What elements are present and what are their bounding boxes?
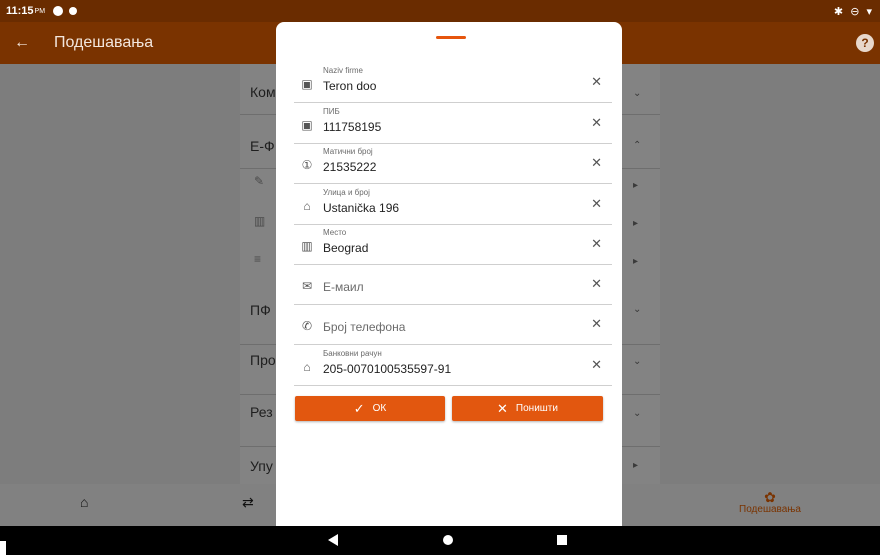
nav-settings-label: Подешавања — [739, 504, 801, 515]
ok-button-label: ОК — [372, 403, 387, 414]
page-title: Подешавања — [54, 34, 154, 51]
registration-number-label: Матични број — [323, 147, 373, 156]
status-ampm: PM — [34, 7, 46, 15]
phone-field[interactable]: ✆ Број телефона ✕ — [294, 305, 612, 345]
pib-field[interactable]: ▣ ПИБ 111758195 ✕ — [294, 104, 612, 144]
company-name-label: Naziv firme — [323, 66, 364, 75]
pencil-icon: ✎ — [254, 174, 265, 188]
cancel-button-label: Поништи — [515, 403, 558, 414]
chevron-right-icon: ▸ — [633, 180, 639, 191]
chevron-down-icon: ⌄ — [633, 304, 642, 315]
city-value[interactable]: Beograd — [323, 241, 368, 255]
system-status-icons: ✱ ⊖ ▾ — [833, 5, 874, 18]
chevron-down-icon: ⌄ — [633, 88, 642, 99]
settings-section-label[interactable]: Е-Ф — [250, 138, 275, 154]
swap-icon[interactable]: ⇄ — [242, 494, 254, 511]
bank-account-label: Банковни рачун — [323, 349, 382, 358]
status-time: 11:15 — [6, 5, 34, 17]
city-field[interactable]: ▥ Место Beograd ✕ — [294, 225, 612, 265]
chevron-right-icon: ▸ — [633, 256, 639, 267]
clear-icon[interactable]: ✕ — [591, 358, 602, 372]
system-home-icon[interactable] — [443, 535, 453, 545]
city-label: Место — [323, 228, 347, 237]
email-field[interactable]: ✉ Е-маил ✕ — [294, 265, 612, 305]
back-arrow-icon[interactable]: ← — [0, 34, 44, 52]
corner-marker — [0, 541, 6, 555]
clear-icon[interactable]: ✕ — [591, 237, 602, 251]
street-field[interactable]: ⌂ Улица и број Ustanička 196 ✕ — [294, 185, 612, 225]
status-bar: 11:15 PM ✱ ⊖ ▾ — [0, 0, 880, 22]
clear-icon[interactable]: ✕ — [591, 156, 602, 170]
pib-value[interactable]: 111758195 — [323, 120, 381, 134]
check-icon: ✓ — [353, 400, 365, 416]
company-name-value[interactable]: Teron doo — [323, 79, 376, 93]
list-icon: ≡ — [254, 252, 262, 266]
chevron-up-icon: ⌃ — [633, 140, 642, 151]
system-recents-icon[interactable] — [557, 535, 567, 545]
settings-section-label[interactable]: ПФ — [250, 302, 271, 318]
close-icon: ✕ — [497, 400, 508, 416]
clear-icon[interactable]: ✕ — [591, 277, 602, 291]
settings-section-label[interactable]: Упу — [250, 458, 273, 474]
number-one-icon: ① — [301, 158, 313, 172]
gear-icon: ✿ — [764, 489, 776, 505]
company-details-sheet: ▣ Naziv firme Teron doo ✕ ▣ ПИБ 111758195 ✕ ① Мат… — [276, 22, 622, 526]
clear-icon[interactable]: ✕ — [591, 317, 602, 331]
cancel-button[interactable]: ✕ Поништи — [452, 396, 603, 421]
settings-section-label[interactable]: Про — [250, 352, 276, 368]
ok-button[interactable]: ✓ ОК — [295, 396, 445, 421]
clear-icon[interactable]: ✕ — [591, 75, 602, 89]
street-label: Улица и број — [323, 188, 370, 197]
contact-card-icon: ▣ — [301, 77, 313, 91]
bank-icon: ⌂ — [303, 360, 311, 374]
clear-icon[interactable]: ✕ — [591, 116, 602, 130]
chevron-down-icon: ⌄ — [633, 356, 642, 367]
building-icon: ▥ — [254, 214, 266, 228]
bank-account-field[interactable]: ⌂ Банковни рачун 205-0070100535597-91 ✕ — [294, 346, 612, 386]
pib-label: ПИБ — [323, 107, 340, 116]
system-back-icon[interactable] — [328, 534, 338, 546]
notification-dot-icon — [69, 7, 78, 15]
registration-number-value[interactable]: 21535222 — [323, 160, 376, 174]
phone-placeholder[interactable]: Број телефона — [323, 320, 405, 334]
bank-account-value[interactable]: 205-0070100535597-91 — [323, 362, 451, 376]
drag-handle[interactable] — [436, 36, 466, 39]
help-icon[interactable]: ? — [856, 34, 874, 52]
mail-icon: ✉ — [301, 279, 313, 293]
registration-number-field[interactable]: ① Матични број 21535222 ✕ — [294, 144, 612, 184]
contact-card-icon: ▣ — [301, 118, 313, 132]
app-notification-icon — [53, 6, 64, 16]
chevron-right-icon: ▸ — [633, 218, 639, 229]
settings-section-label[interactable]: Рез — [250, 404, 273, 420]
chevron-right-icon: ▸ — [633, 460, 639, 471]
nav-settings-tab[interactable]: ✿ Подешавања — [735, 490, 805, 515]
settings-section-label[interactable]: Ком — [250, 84, 276, 100]
chevron-down-icon: ⌄ — [633, 408, 642, 419]
company-name-field[interactable]: ▣ Naziv firme Teron doo ✕ — [294, 63, 612, 103]
home-icon[interactable]: ⌂ — [80, 494, 88, 510]
clear-icon[interactable]: ✕ — [591, 197, 602, 211]
address-sign-icon: ⌂ — [303, 199, 311, 213]
system-navigation-bar — [0, 526, 880, 555]
phone-icon: ✆ — [301, 319, 313, 333]
email-placeholder[interactable]: Е-маил — [323, 280, 364, 294]
city-icon: ▥ — [301, 239, 313, 253]
street-value[interactable]: Ustanička 196 — [323, 201, 399, 215]
